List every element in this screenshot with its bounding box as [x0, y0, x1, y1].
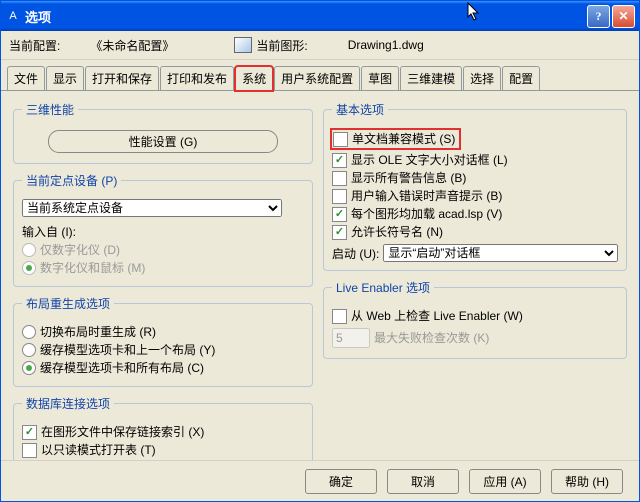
check-single-doc-label: 单文档兼容模式 (S) [352, 131, 455, 147]
titlebar: A 选项 ? ✕ [1, 1, 639, 31]
ok-button[interactable]: 确定 [305, 469, 377, 494]
group-layout-regen: 布局重生成选项 切换布局时重生成 (R) 缓存模型选项卡和上一个布局 (Y) 缓… [13, 295, 313, 387]
check-beep-error[interactable] [332, 189, 347, 204]
performance-settings-button[interactable]: 性能设置 (G) [48, 130, 278, 153]
apply-button[interactable]: 应用 (A) [469, 469, 541, 494]
group-basic-options: 基本选项 单文档兼容模式 (S) 显示 OLE 文字大小对话框 (L) 显示所有… [323, 101, 627, 271]
legend-3d-performance: 三维性能 [22, 101, 78, 118]
radio-digitizer-mouse-label: 数字化仪和鼠标 (M) [40, 260, 145, 276]
check-live-enabler-label: 从 Web 上检查 Live Enabler (W) [351, 308, 523, 324]
current-config-value: 《未命名配置》 [90, 37, 174, 54]
dialog-buttons: 确定 取消 应用 (A) 帮助 (H) [1, 460, 639, 501]
check-readonly-tables[interactable] [22, 443, 37, 458]
check-all-warnings-label: 显示所有警告信息 (B) [351, 170, 466, 186]
max-fail-label: 最大失败检查次数 (K) [374, 330, 489, 346]
window-title: 选项 [25, 7, 587, 26]
legend-live-enabler: Live Enabler 选项 [332, 279, 434, 296]
tab-drafting[interactable]: 草图 [361, 66, 399, 90]
legend-basic-options: 基本选项 [332, 101, 388, 118]
app-icon: A [5, 8, 21, 24]
tab-open-save[interactable]: 打开和保存 [85, 66, 159, 90]
tab-print-publish[interactable]: 打印和发布 [160, 66, 234, 90]
group-pointing-device: 当前定点设备 (P) 当前系统定点设备 输入自 (I): 仅数字化仪 (D) 数… [13, 172, 313, 287]
tab-3d-modeling[interactable]: 三维建模 [400, 66, 462, 90]
help-button[interactable]: ? [587, 5, 610, 28]
radio-regen-switch[interactable] [22, 325, 36, 339]
close-button[interactable]: ✕ [612, 5, 635, 28]
check-readonly-tables-label: 以只读模式打开表 (T) [41, 442, 156, 458]
radio-digitizer-mouse [22, 261, 36, 275]
current-drawing-label: 当前图形: [256, 37, 307, 54]
radio-digitizer-only-label: 仅数字化仪 (D) [40, 242, 120, 258]
legend-pointing-device: 当前定点设备 (P) [22, 172, 121, 189]
current-config-label: 当前配置: [9, 37, 60, 54]
max-fail-input[interactable] [332, 328, 370, 348]
radio-regen-switch-label: 切换布局时重生成 (R) [40, 324, 156, 340]
startup-combo[interactable]: 显示“启动”对话框 [383, 244, 618, 262]
drawing-icon [234, 37, 252, 53]
radio-cache-all-label: 缓存模型选项卡和所有布局 (C) [40, 360, 204, 376]
check-save-link-index[interactable] [22, 425, 37, 440]
legend-layout-regen: 布局重生成选项 [22, 295, 114, 312]
group-live-enabler: Live Enabler 选项 从 Web 上检查 Live Enabler (… [323, 279, 627, 359]
help-button-bottom[interactable]: 帮助 (H) [551, 469, 623, 494]
radio-digitizer-only [22, 243, 36, 257]
check-save-link-index-label: 在图形文件中保存链接索引 (X) [41, 424, 204, 440]
legend-db-connect: 数据库连接选项 [22, 395, 114, 412]
tab-file[interactable]: 文件 [7, 66, 45, 90]
check-load-acadlsp[interactable] [332, 207, 347, 222]
tabs: 文件 显示 打开和保存 打印和发布 系统 用户系统配置 草图 三维建模 选择 配… [1, 60, 639, 91]
check-live-enabler[interactable] [332, 309, 347, 324]
check-long-names[interactable] [332, 225, 347, 240]
radio-cache-last[interactable] [22, 343, 36, 357]
check-beep-error-label: 用户输入错误时声音提示 (B) [351, 188, 502, 204]
cancel-button[interactable]: 取消 [387, 469, 459, 494]
radio-cache-last-label: 缓存模型选项卡和上一个布局 (Y) [40, 342, 215, 358]
pointing-device-combo[interactable]: 当前系统定点设备 [22, 199, 282, 217]
group-3d-performance: 三维性能 性能设置 (G) [13, 101, 313, 164]
tab-display[interactable]: 显示 [46, 66, 84, 90]
accept-input-label: 输入自 (I): [22, 223, 304, 240]
check-ole-dialog-label: 显示 OLE 文字大小对话框 (L) [351, 152, 508, 168]
check-single-doc[interactable] [333, 132, 348, 147]
config-row: 当前配置: 《未命名配置》 当前图形: Drawing1.dwg [1, 31, 639, 60]
group-db-connect: 数据库连接选项 在图形文件中保存链接索引 (X) 以只读模式打开表 (T) [13, 395, 313, 460]
radio-cache-all[interactable] [22, 361, 36, 375]
tab-selection[interactable]: 选择 [463, 66, 501, 90]
current-drawing-value: Drawing1.dwg [348, 38, 424, 52]
check-ole-dialog[interactable] [332, 153, 347, 168]
check-load-acadlsp-label: 每个图形均加载 acad.lsp (V) [351, 206, 502, 222]
check-long-names-label: 允许长符号名 (N) [351, 224, 443, 240]
tab-user-prefs[interactable]: 用户系统配置 [274, 66, 360, 90]
check-all-warnings[interactable] [332, 171, 347, 186]
startup-label: 启动 (U): [332, 245, 379, 262]
tab-system[interactable]: 系统 [235, 66, 273, 91]
tab-profiles[interactable]: 配置 [502, 66, 540, 90]
